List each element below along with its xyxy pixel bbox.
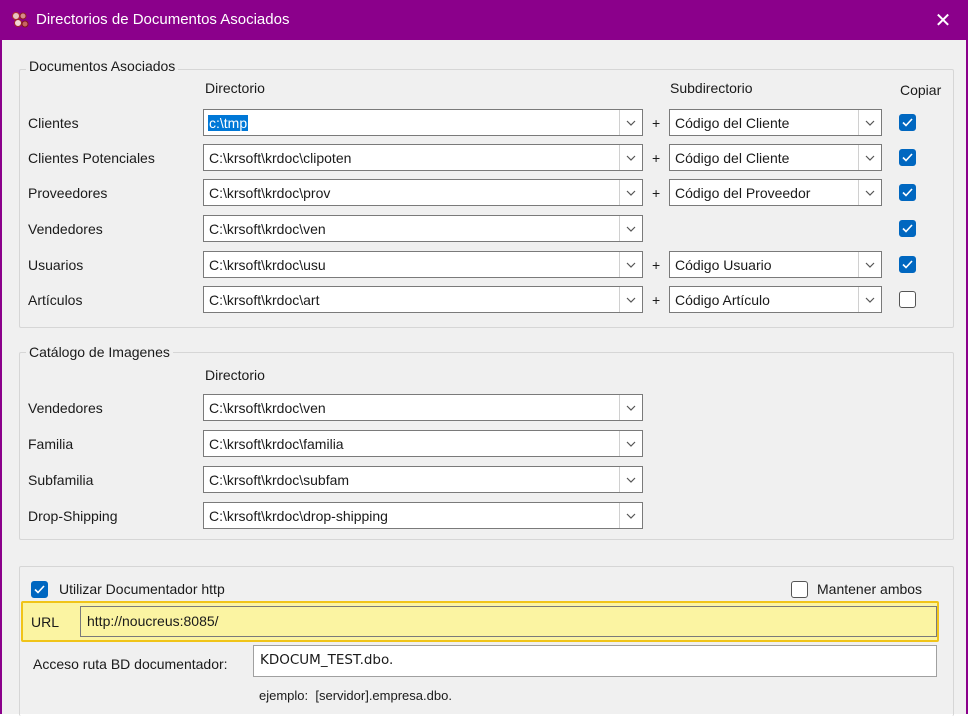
subdirectory-combo-articulos[interactable]: Código Artículo	[669, 286, 882, 313]
chevron-down-icon[interactable]	[858, 252, 881, 277]
group-legend-catalogo: Catálogo de Imagenes	[26, 344, 173, 360]
url-value: http://noucreus:8085/	[87, 613, 219, 629]
copy-checkbox-clientes[interactable]	[899, 114, 916, 131]
combo-value: Código Artículo	[675, 292, 770, 308]
db-path-label: Acceso ruta BD documentador:	[33, 656, 228, 672]
url-row: URL http://noucreus:8085/	[21, 601, 939, 642]
combo-value: C:\krsoft\krdoc\usu	[209, 257, 326, 273]
column-header-copiar: Copiar	[900, 82, 942, 98]
url-input[interactable]: http://noucreus:8085/	[80, 606, 937, 637]
app-icon	[10, 10, 30, 30]
chevron-down-icon[interactable]	[619, 395, 642, 420]
catalog-combo-drop-shipping[interactable]: C:\krsoft\krdoc\drop-shipping	[203, 502, 643, 529]
row-label-subfamilia: Subfamilia	[28, 472, 94, 488]
column-header-subdirectorio: Subdirectorio	[670, 80, 753, 96]
plus-sign: +	[652, 257, 661, 273]
directory-combo-clientes-potenciales[interactable]: C:\krsoft\krdoc\clipoten	[203, 144, 643, 171]
combo-value: C:\krsoft\krdoc\subfam	[209, 472, 350, 488]
copy-checkbox-vendedores[interactable]	[899, 220, 916, 237]
plus-sign: +	[652, 185, 661, 201]
plus-sign: +	[652, 115, 661, 131]
chevron-down-icon[interactable]	[858, 287, 881, 312]
chevron-down-icon[interactable]	[619, 145, 642, 170]
copy-checkbox-clientes-potenciales[interactable]	[899, 149, 916, 166]
plus-sign: +	[652, 150, 661, 166]
copy-checkbox-articulos[interactable]	[899, 291, 916, 308]
chevron-down-icon[interactable]	[619, 252, 642, 277]
combo-value: C:\krsoft\krdoc\clipoten	[209, 150, 352, 166]
directory-combo-clientes[interactable]: c:\tmp	[203, 109, 643, 136]
combo-value: Código del Cliente	[675, 115, 790, 131]
chevron-down-icon[interactable]	[619, 467, 642, 492]
row-label-vendedores: Vendedores	[28, 221, 103, 237]
db-path-value: KDOCUM_TEST.dbo.	[260, 652, 394, 668]
subdirectory-combo-proveedores[interactable]: Código del Proveedor	[669, 179, 882, 206]
combo-value: C:\krsoft\krdoc\art	[209, 292, 320, 308]
directory-combo-vendedores[interactable]: C:\krsoft\krdoc\ven	[203, 215, 643, 242]
row-label-clientes-potenciales: Clientes Potenciales	[28, 150, 155, 166]
chevron-down-icon[interactable]	[619, 287, 642, 312]
directory-combo-proveedores[interactable]: C:\krsoft\krdoc\prov	[203, 179, 643, 206]
dialog-window: Directorios de Documentos Asociados ✕ Do…	[0, 0, 968, 716]
db-path-input[interactable]: KDOCUM_TEST.dbo.	[253, 645, 937, 677]
keep-both-label[interactable]: Mantener ambos	[817, 581, 922, 597]
title-bar[interactable]: Directorios de Documentos Asociados ✕	[2, 0, 966, 40]
use-http-checkbox[interactable]	[31, 581, 48, 598]
catalog-combo-familia[interactable]: C:\krsoft\krdoc\familia	[203, 430, 643, 457]
window-title: Directorios de Documentos Asociados	[36, 11, 290, 28]
combo-value: c:\tmp	[208, 115, 249, 131]
catalog-combo-vendedores[interactable]: C:\krsoft\krdoc\ven	[203, 394, 643, 421]
copy-checkbox-usuarios[interactable]	[899, 256, 916, 273]
combo-value: Código del Cliente	[675, 150, 790, 166]
chevron-down-icon[interactable]	[619, 503, 642, 528]
row-label-clientes: Clientes	[28, 115, 79, 131]
use-http-label[interactable]: Utilizar Documentador http	[59, 581, 225, 597]
subdirectory-combo-clientes-potenciales[interactable]: Código del Cliente	[669, 144, 882, 171]
column-header-directorio: Directorio	[205, 367, 265, 383]
chevron-down-icon[interactable]	[619, 431, 642, 456]
combo-value: Código del Proveedor	[675, 185, 811, 201]
combo-value: Código Usuario	[675, 257, 772, 273]
row-label-articulos: Artículos	[28, 292, 83, 308]
column-header-directorio: Directorio	[205, 80, 265, 96]
chevron-down-icon[interactable]	[619, 110, 642, 135]
row-label-familia: Familia	[28, 436, 74, 452]
keep-both-checkbox[interactable]	[791, 581, 808, 598]
row-label-drop-shipping: Drop-Shipping	[28, 508, 118, 524]
combo-value: C:\krsoft\krdoc\drop-shipping	[209, 508, 388, 524]
example-hint: ejemplo: [servidor].empresa.dbo.	[259, 688, 452, 703]
directory-combo-articulos[interactable]: C:\krsoft\krdoc\art	[203, 286, 643, 313]
row-label-proveedores: Proveedores	[28, 185, 108, 201]
chevron-down-icon[interactable]	[858, 180, 881, 205]
row-label-vendedores: Vendedores	[28, 400, 103, 416]
row-label-usuarios: Usuarios	[28, 257, 84, 273]
chevron-down-icon[interactable]	[858, 110, 881, 135]
subdirectory-combo-usuarios[interactable]: Código Usuario	[669, 251, 882, 278]
catalog-combo-subfamilia[interactable]: C:\krsoft\krdoc\subfam	[203, 466, 643, 493]
chevron-down-icon[interactable]	[619, 180, 642, 205]
directory-combo-usuarios[interactable]: C:\krsoft\krdoc\usu	[203, 251, 643, 278]
subdirectory-combo-clientes[interactable]: Código del Cliente	[669, 109, 882, 136]
combo-value: C:\krsoft\krdoc\ven	[209, 400, 326, 416]
close-icon[interactable]: ✕	[920, 0, 966, 40]
chevron-down-icon[interactable]	[858, 145, 881, 170]
group-legend-documentos: Documentos Asociados	[26, 58, 179, 74]
combo-value: C:\krsoft\krdoc\familia	[209, 436, 344, 452]
combo-value: C:\krsoft\krdoc\ven	[209, 221, 326, 237]
plus-sign: +	[652, 292, 661, 308]
url-label: URL	[31, 614, 60, 630]
chevron-down-icon[interactable]	[619, 216, 642, 241]
combo-value: C:\krsoft\krdoc\prov	[209, 185, 331, 201]
copy-checkbox-proveedores[interactable]	[899, 184, 916, 201]
